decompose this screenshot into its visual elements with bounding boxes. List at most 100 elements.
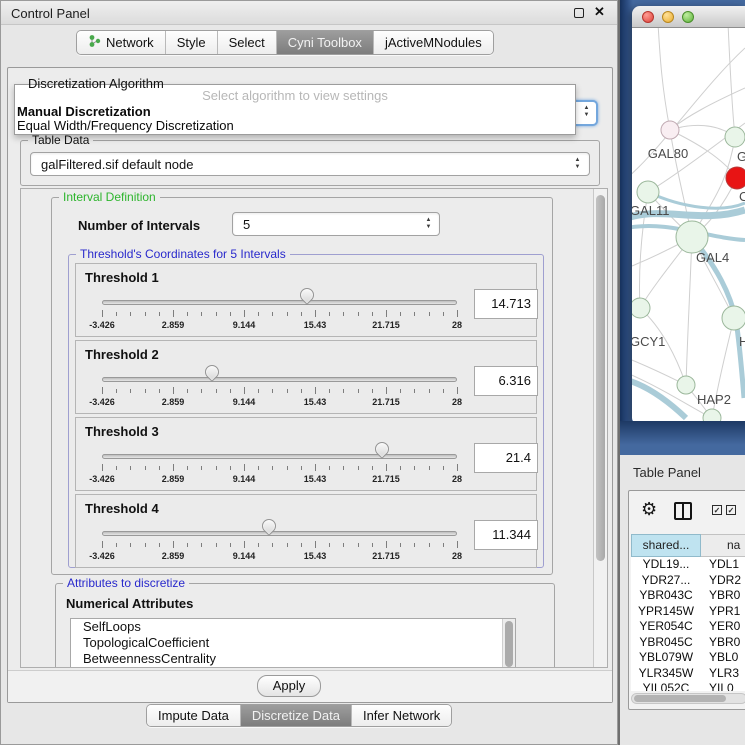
threshold-1-row: Threshold 1-3.4262.8599.14415.4321.71528…	[75, 263, 537, 337]
column-header-name[interactable]: na	[701, 534, 745, 557]
tick-mark	[287, 389, 288, 393]
table-row[interactable]: YPR145WYPR1	[631, 604, 745, 620]
scrollbar-thumb[interactable]	[634, 695, 726, 702]
tick-mark	[145, 312, 146, 316]
close-icon[interactable]: ✕	[594, 4, 605, 20]
split-view-icon[interactable]	[674, 502, 692, 520]
table-row[interactable]: YDL19...YDL1	[631, 557, 745, 573]
table-row[interactable]: YIL052CYIL0	[631, 681, 745, 691]
tab-style[interactable]: Style	[166, 31, 218, 54]
table-horizontal-scrollbar[interactable]	[631, 693, 745, 704]
interval-definition-group: Interval Definition Number of Intervals …	[51, 197, 553, 575]
threshold-value-field[interactable]: 6.316	[474, 366, 538, 396]
tab-network[interactable]: Network	[77, 31, 166, 54]
node-hap2	[677, 376, 695, 394]
tick-label: 2.859	[162, 551, 185, 561]
tick-mark	[358, 389, 359, 393]
tick-mark	[457, 310, 458, 317]
slider-track[interactable]	[102, 300, 457, 305]
combo-stepper-icon[interactable]: ▲▼	[573, 157, 582, 171]
tick-mark	[315, 464, 316, 471]
threshold-value-field[interactable]: 14.713	[474, 289, 538, 319]
bottom-tab-bar: Impute DataDiscretize DataInfer Network	[146, 704, 452, 727]
node-gal80	[661, 121, 679, 139]
tick-label: 9.144	[233, 551, 256, 561]
node-h	[722, 306, 745, 330]
table-row[interactable]: YBL079WYBL0	[631, 650, 745, 666]
numerical-attributes-list[interactable]: SelfLoopsTopologicalCoefficientBetweenne…	[70, 618, 516, 668]
tick-mark	[315, 387, 316, 394]
zoom-traffic-light-icon[interactable]	[682, 11, 694, 23]
tick-label: 15.43	[304, 551, 327, 561]
bottom-tab-infer-network[interactable]: Infer Network	[352, 705, 451, 726]
algorithm-option-manual-discretization[interactable]: Manual Discretization	[17, 104, 151, 119]
column-header-shared[interactable]: shared...	[631, 534, 701, 557]
tick-label: -3.426	[89, 397, 115, 407]
list-item-selfloops[interactable]: SelfLoops	[71, 619, 515, 635]
tick-mark	[400, 466, 401, 470]
threshold-value-field[interactable]: 21.4	[474, 443, 538, 473]
node-label-h-cut: H	[739, 334, 745, 349]
tick-mark	[102, 310, 103, 317]
combo-stepper-icon[interactable]: ▲▼	[424, 217, 433, 231]
tick-mark	[272, 389, 273, 393]
checked-box-icon[interactable]: ✓	[726, 505, 736, 515]
network-graph: GAL80 GA C GAL11 GAL4 GCY1 H HAP2	[632, 28, 745, 423]
table-data-combobox[interactable]: galFiltered.sif default node ▲▼	[30, 152, 590, 176]
threshold-label: Threshold 2	[85, 347, 159, 362]
tick-mark	[301, 312, 302, 316]
tick-mark	[187, 389, 188, 393]
tab-cyni-toolbox[interactable]: Cyni Toolbox	[277, 31, 374, 54]
minimize-traffic-light-icon[interactable]	[662, 11, 674, 23]
scrollbar-thumb[interactable]	[505, 621, 513, 667]
table-row[interactable]: YLR345WYLR3	[631, 666, 745, 682]
float-window-icon[interactable]	[574, 8, 584, 18]
slider-track[interactable]	[102, 454, 457, 459]
node-red	[726, 167, 745, 189]
close-traffic-light-icon[interactable]	[642, 11, 654, 23]
table-row[interactable]: YBR043CYBR0	[631, 588, 745, 604]
number-of-intervals-combobox[interactable]: 5 ▲▼	[232, 212, 440, 236]
combo-stepper-icon[interactable]: ▲▼	[582, 105, 591, 119]
cell-name: YDR2	[701, 573, 745, 589]
tick-mark	[173, 310, 174, 317]
table-row[interactable]: YBR045CYBR0	[631, 635, 745, 651]
tick-mark	[386, 464, 387, 471]
checked-box-icon[interactable]: ✓	[712, 505, 722, 515]
tab-label: Cyni Toolbox	[288, 35, 362, 50]
tick-label: 21.715	[372, 397, 400, 407]
slider-track[interactable]	[102, 377, 457, 382]
tab-select[interactable]: Select	[218, 31, 277, 54]
tick-mark	[287, 312, 288, 316]
cell-name: YLR3	[701, 666, 745, 682]
table-row[interactable]: YER054CYER0	[631, 619, 745, 635]
cell-shared-name: YBL079W	[631, 650, 701, 666]
interval-definition-title: Interval Definition	[59, 190, 160, 204]
tick-mark	[343, 389, 344, 393]
scrollbar-thumb[interactable]	[596, 195, 605, 561]
bottom-tab-discretize-data[interactable]: Discretize Data	[241, 705, 352, 726]
table-row[interactable]: YDR27...YDR2	[631, 573, 745, 589]
apply-button[interactable]: Apply	[257, 675, 321, 697]
threshold-2-row: Threshold 2-3.4262.8599.14415.4321.71528…	[75, 340, 537, 414]
tick-label: 9.144	[233, 320, 256, 330]
tick-mark	[358, 312, 359, 316]
desktop-bottom	[620, 421, 745, 455]
algorithm-option-equal-width-frequency-discretization[interactable]: Equal Width/Frequency Discretization	[17, 118, 234, 133]
attributes-list-scrollbar[interactable]	[502, 619, 515, 668]
list-item-betweennesscentrality[interactable]: BetweennessCentrality	[71, 651, 515, 667]
attribute-items: SelfLoopsTopologicalCoefficientBetweenne…	[71, 619, 515, 667]
tick-mark	[287, 543, 288, 547]
bottom-tab-impute-data[interactable]: Impute Data	[147, 705, 241, 726]
slider-track[interactable]	[102, 531, 457, 536]
tick-mark	[400, 543, 401, 547]
list-item-topologicalcoefficient[interactable]: TopologicalCoefficient	[71, 635, 515, 651]
tab-jactivemnodules[interactable]: jActiveMNodules	[374, 31, 493, 54]
network-canvas[interactable]: GAL80 GA C GAL11 GAL4 GCY1 H HAP2	[632, 28, 745, 423]
tick-mark	[187, 466, 188, 470]
threshold-value-field[interactable]: 11.344	[474, 520, 538, 550]
tick-mark	[230, 466, 231, 470]
node-label-gal4: GAL4	[696, 250, 729, 265]
panel-vertical-scrollbar[interactable]	[593, 189, 607, 668]
gear-icon[interactable]: ⚙	[641, 499, 657, 520]
